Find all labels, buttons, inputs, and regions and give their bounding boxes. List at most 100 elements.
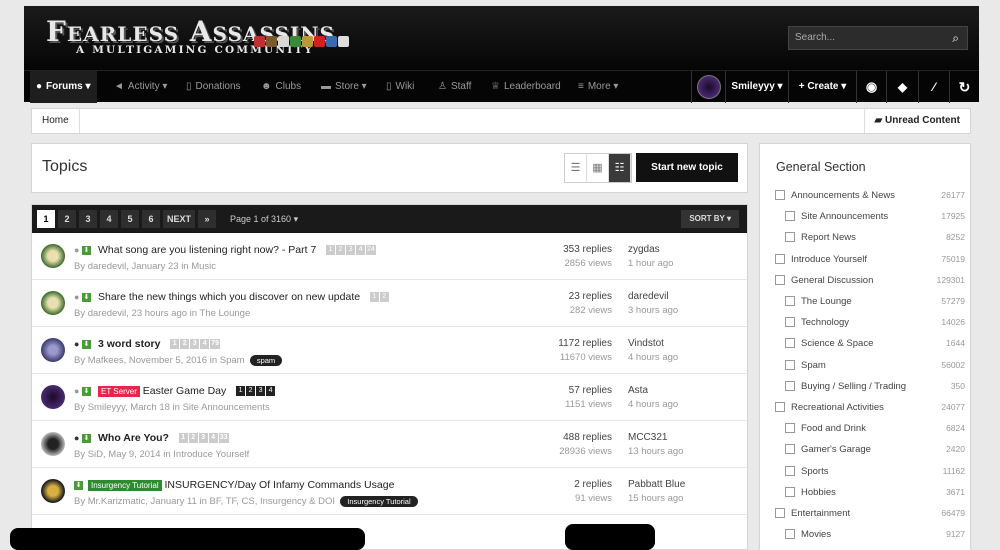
sidebar-item-label[interactable]: Sports xyxy=(801,466,828,477)
grid-view-icon[interactable]: ▦ xyxy=(587,154,609,182)
sidebar-item[interactable]: The Lounge 57279 xyxy=(775,295,965,316)
sidebar-item[interactable]: Site Announcements 17925 xyxy=(775,210,965,231)
checkbox[interactable] xyxy=(775,402,785,412)
page-link[interactable]: 2 xyxy=(188,433,198,444)
page-link[interactable]: 4 xyxy=(356,245,366,256)
page-link[interactable]: 4 xyxy=(208,433,218,444)
checkbox[interactable] xyxy=(785,232,795,243)
page-jump[interactable]: Page 1 of 3160 ▾ xyxy=(230,210,298,228)
create-button[interactable]: + Create ▾ xyxy=(788,71,856,103)
checkbox[interactable] xyxy=(785,529,795,540)
page-3[interactable]: 3 xyxy=(79,210,97,228)
table-row[interactable]: ● ⬇ ET Server Easter Game Day 1234 By Sm… xyxy=(32,374,747,421)
page-link[interactable]: 3 xyxy=(346,245,356,256)
nav-clubs[interactable]: ☻ Clubs xyxy=(261,71,301,103)
sidebar-item-label[interactable]: Gamer's Garage xyxy=(801,444,871,455)
table-row[interactable]: ● ⬇ Share the new things which you disco… xyxy=(32,280,747,327)
page-link[interactable]: 1 xyxy=(326,245,336,256)
avatar[interactable] xyxy=(41,385,65,409)
brush-icon[interactable]: ⁄ xyxy=(918,71,949,103)
sidebar-item[interactable]: Sports 11162 xyxy=(775,465,965,486)
sidebar-item-label[interactable]: Entertainment xyxy=(791,508,850,519)
page-link[interactable]: 33 xyxy=(218,433,229,444)
user-menu-button[interactable]: Smileyyy ▾ xyxy=(725,71,788,103)
checkbox[interactable] xyxy=(785,338,795,349)
sidebar-item-label[interactable]: Spam xyxy=(801,360,826,371)
table-row[interactable]: ⬇ Insurgency Tutorial INSURGENCY/Day Of … xyxy=(32,468,747,515)
checkbox[interactable] xyxy=(785,211,795,222)
start-new-topic-button[interactable]: Start new topic xyxy=(636,153,738,182)
avatar[interactable] xyxy=(41,479,65,503)
messages-icon[interactable]: ◆ xyxy=(886,71,918,103)
search-input[interactable]: Search... ⌕ xyxy=(788,26,968,50)
page-link[interactable]: 79 xyxy=(210,339,220,350)
page-link[interactable]: 1 xyxy=(170,339,180,350)
sidebar-item[interactable]: General Discussion 129301 xyxy=(775,274,965,295)
user-avatar-button[interactable] xyxy=(691,71,725,103)
page-6[interactable]: 6 xyxy=(142,210,160,228)
breadcrumb-home[interactable]: Home xyxy=(32,109,80,133)
sidebar-item-label[interactable]: Technology xyxy=(801,317,849,328)
table-row[interactable]: ● ⬇ What song are you listening right no… xyxy=(32,233,747,280)
sidebar-item[interactable]: Food and Drink 6824 xyxy=(775,422,965,443)
checkbox[interactable] xyxy=(785,486,795,497)
sidebar-item-label[interactable]: Science & Space xyxy=(801,338,873,349)
checkbox[interactable] xyxy=(775,253,785,264)
last-page-button[interactable]: » xyxy=(198,210,216,228)
avatar[interactable] xyxy=(41,338,65,362)
sidebar-item[interactable]: Introduce Yourself 75019 xyxy=(775,253,965,274)
checkbox[interactable] xyxy=(785,359,795,370)
sidebar-item[interactable]: Recreational Activities 24077 xyxy=(775,401,965,422)
last-poster[interactable]: MCC321 xyxy=(628,432,667,443)
topic-title[interactable]: Share the new things which you discover … xyxy=(98,291,360,303)
topic-prefix[interactable]: ET Server xyxy=(98,385,140,397)
page-link[interactable]: 3 xyxy=(256,386,266,397)
checkbox[interactable] xyxy=(785,423,795,434)
checkbox[interactable] xyxy=(775,508,785,518)
nav-activity[interactable]: ◄ Activity ▾ xyxy=(114,71,167,103)
page-link[interactable]: 1 xyxy=(178,433,188,444)
sidebar-item-label[interactable]: Site Announcements xyxy=(801,211,888,222)
sidebar-item-label[interactable]: Report News xyxy=(801,232,856,243)
last-poster[interactable]: Pabbatt Blue xyxy=(628,479,685,490)
topic-title[interactable]: INSURGENCY/Day Of Infamy Commands Usage xyxy=(165,479,395,491)
sort-by-button[interactable]: SORT BY ▾ xyxy=(681,210,739,228)
sidebar-item-label[interactable]: The Lounge xyxy=(801,296,852,307)
sidebar-item-label[interactable]: General Discussion xyxy=(791,275,873,286)
topic-tag[interactable]: spam xyxy=(249,355,283,366)
last-post-time[interactable]: 13 hours ago xyxy=(628,446,683,457)
nav-forums[interactable]: ● Forums ▾ xyxy=(30,71,97,103)
page-link[interactable]: 2 xyxy=(336,245,346,256)
globe-icon[interactable]: ◉ xyxy=(856,71,886,103)
sidebar-item[interactable]: Hobbies 3671 xyxy=(775,486,965,507)
sidebar-item-label[interactable]: Movies xyxy=(801,529,831,540)
sidebar-item[interactable]: Announcements & News 26177 xyxy=(775,189,965,210)
page-link[interactable]: 2 xyxy=(379,292,389,303)
next-page-button[interactable]: NEXT xyxy=(163,210,195,228)
sidebar-item[interactable]: Entertainment 66479 xyxy=(775,507,965,528)
unread-content-link[interactable]: ▰ Unread Content xyxy=(863,109,970,133)
sidebar-item[interactable]: Movies 9127 xyxy=(775,528,965,549)
page-link[interactable]: 2 xyxy=(246,386,256,397)
page-link[interactable]: 3 xyxy=(190,339,200,350)
page-link[interactable]: 3 xyxy=(198,433,208,444)
last-poster[interactable]: daredevil xyxy=(628,291,669,302)
last-poster[interactable]: zygdas xyxy=(628,244,660,255)
table-row[interactable]: ● ⬇ Who Are You? 1 2 3 4 33 By SiD, May 9, 2… xyxy=(32,421,747,468)
page-link[interactable]: 4 xyxy=(266,386,276,397)
last-post-time[interactable]: 4 hours ago xyxy=(628,399,678,410)
sidebar-item[interactable]: Science & Space 1644 xyxy=(775,337,965,358)
topic-title[interactable]: 3 word story xyxy=(98,338,160,350)
last-post-time[interactable]: 15 hours ago xyxy=(628,493,683,504)
topic-title[interactable]: Who Are You? xyxy=(98,432,169,444)
sidebar-item-label[interactable]: Introduce Yourself xyxy=(791,254,867,265)
last-poster[interactable]: Asta xyxy=(628,385,648,396)
last-poster[interactable]: Vindstot xyxy=(628,338,664,349)
checkbox[interactable] xyxy=(785,317,795,328)
search-icon[interactable]: ⌕ xyxy=(952,27,959,49)
last-post-time[interactable]: 3 hours ago xyxy=(628,305,678,316)
checkbox[interactable] xyxy=(785,380,795,391)
page-5[interactable]: 5 xyxy=(121,210,139,228)
page-link[interactable]: 1 xyxy=(369,292,379,303)
sidebar-item[interactable]: Report News 8252 xyxy=(775,231,965,252)
